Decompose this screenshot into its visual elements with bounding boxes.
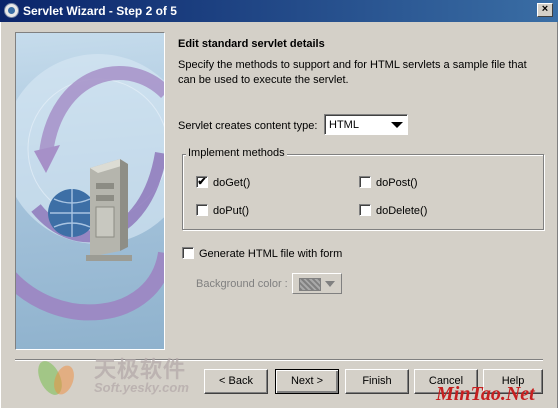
watermark-right: MinTao.Net: [436, 383, 535, 405]
title-bar: Servlet Wizard - Step 2 of 5 ×: [0, 0, 558, 22]
watermark-left: 天极软件 Soft.yesky.com: [24, 350, 204, 405]
doput-label[interactable]: doPut(): [213, 205, 249, 217]
dopost-label[interactable]: doPost(): [376, 177, 418, 189]
generate-html-checkbox[interactable]: [182, 247, 194, 259]
app-icon: [4, 3, 19, 18]
dodelete-label[interactable]: doDelete(): [376, 205, 427, 217]
background-color-label: Background color :: [196, 278, 288, 290]
side-illustration: [15, 32, 165, 350]
dodelete-checkbox[interactable]: [359, 204, 371, 216]
next-button[interactable]: Next >: [275, 369, 339, 394]
generate-html-label[interactable]: Generate HTML file with form: [199, 248, 342, 260]
content-type-value: HTML: [329, 119, 359, 131]
doget-checkbox[interactable]: ✔: [196, 176, 208, 188]
leaf-logo-icon: [38, 361, 74, 395]
finish-button[interactable]: Finish: [345, 369, 409, 394]
background-color-picker[interactable]: [292, 273, 342, 294]
chevron-down-icon[interactable]: [325, 281, 335, 287]
window-title: Servlet Wizard - Step 2 of 5: [23, 4, 177, 18]
watermark-en-text: Soft.yesky.com: [94, 380, 189, 395]
doget-label[interactable]: doGet(): [213, 177, 250, 189]
color-swatch-preview: [299, 278, 321, 291]
content-type-label: Servlet creates content type:: [178, 120, 318, 132]
chevron-down-icon[interactable]: [391, 122, 403, 128]
dopost-checkbox[interactable]: [359, 176, 371, 188]
page-heading: Edit standard servlet details: [178, 38, 325, 50]
close-button[interactable]: ×: [537, 3, 553, 17]
implement-methods-legend: Implement methods: [186, 147, 287, 159]
back-button[interactable]: < Back: [204, 369, 268, 394]
page-description: Specify the methods to support and for H…: [178, 59, 527, 86]
server-globe-illustration: [16, 54, 164, 321]
content-type-select[interactable]: HTML: [324, 114, 408, 135]
doput-checkbox[interactable]: [196, 204, 208, 216]
implement-methods-group: [182, 154, 544, 230]
